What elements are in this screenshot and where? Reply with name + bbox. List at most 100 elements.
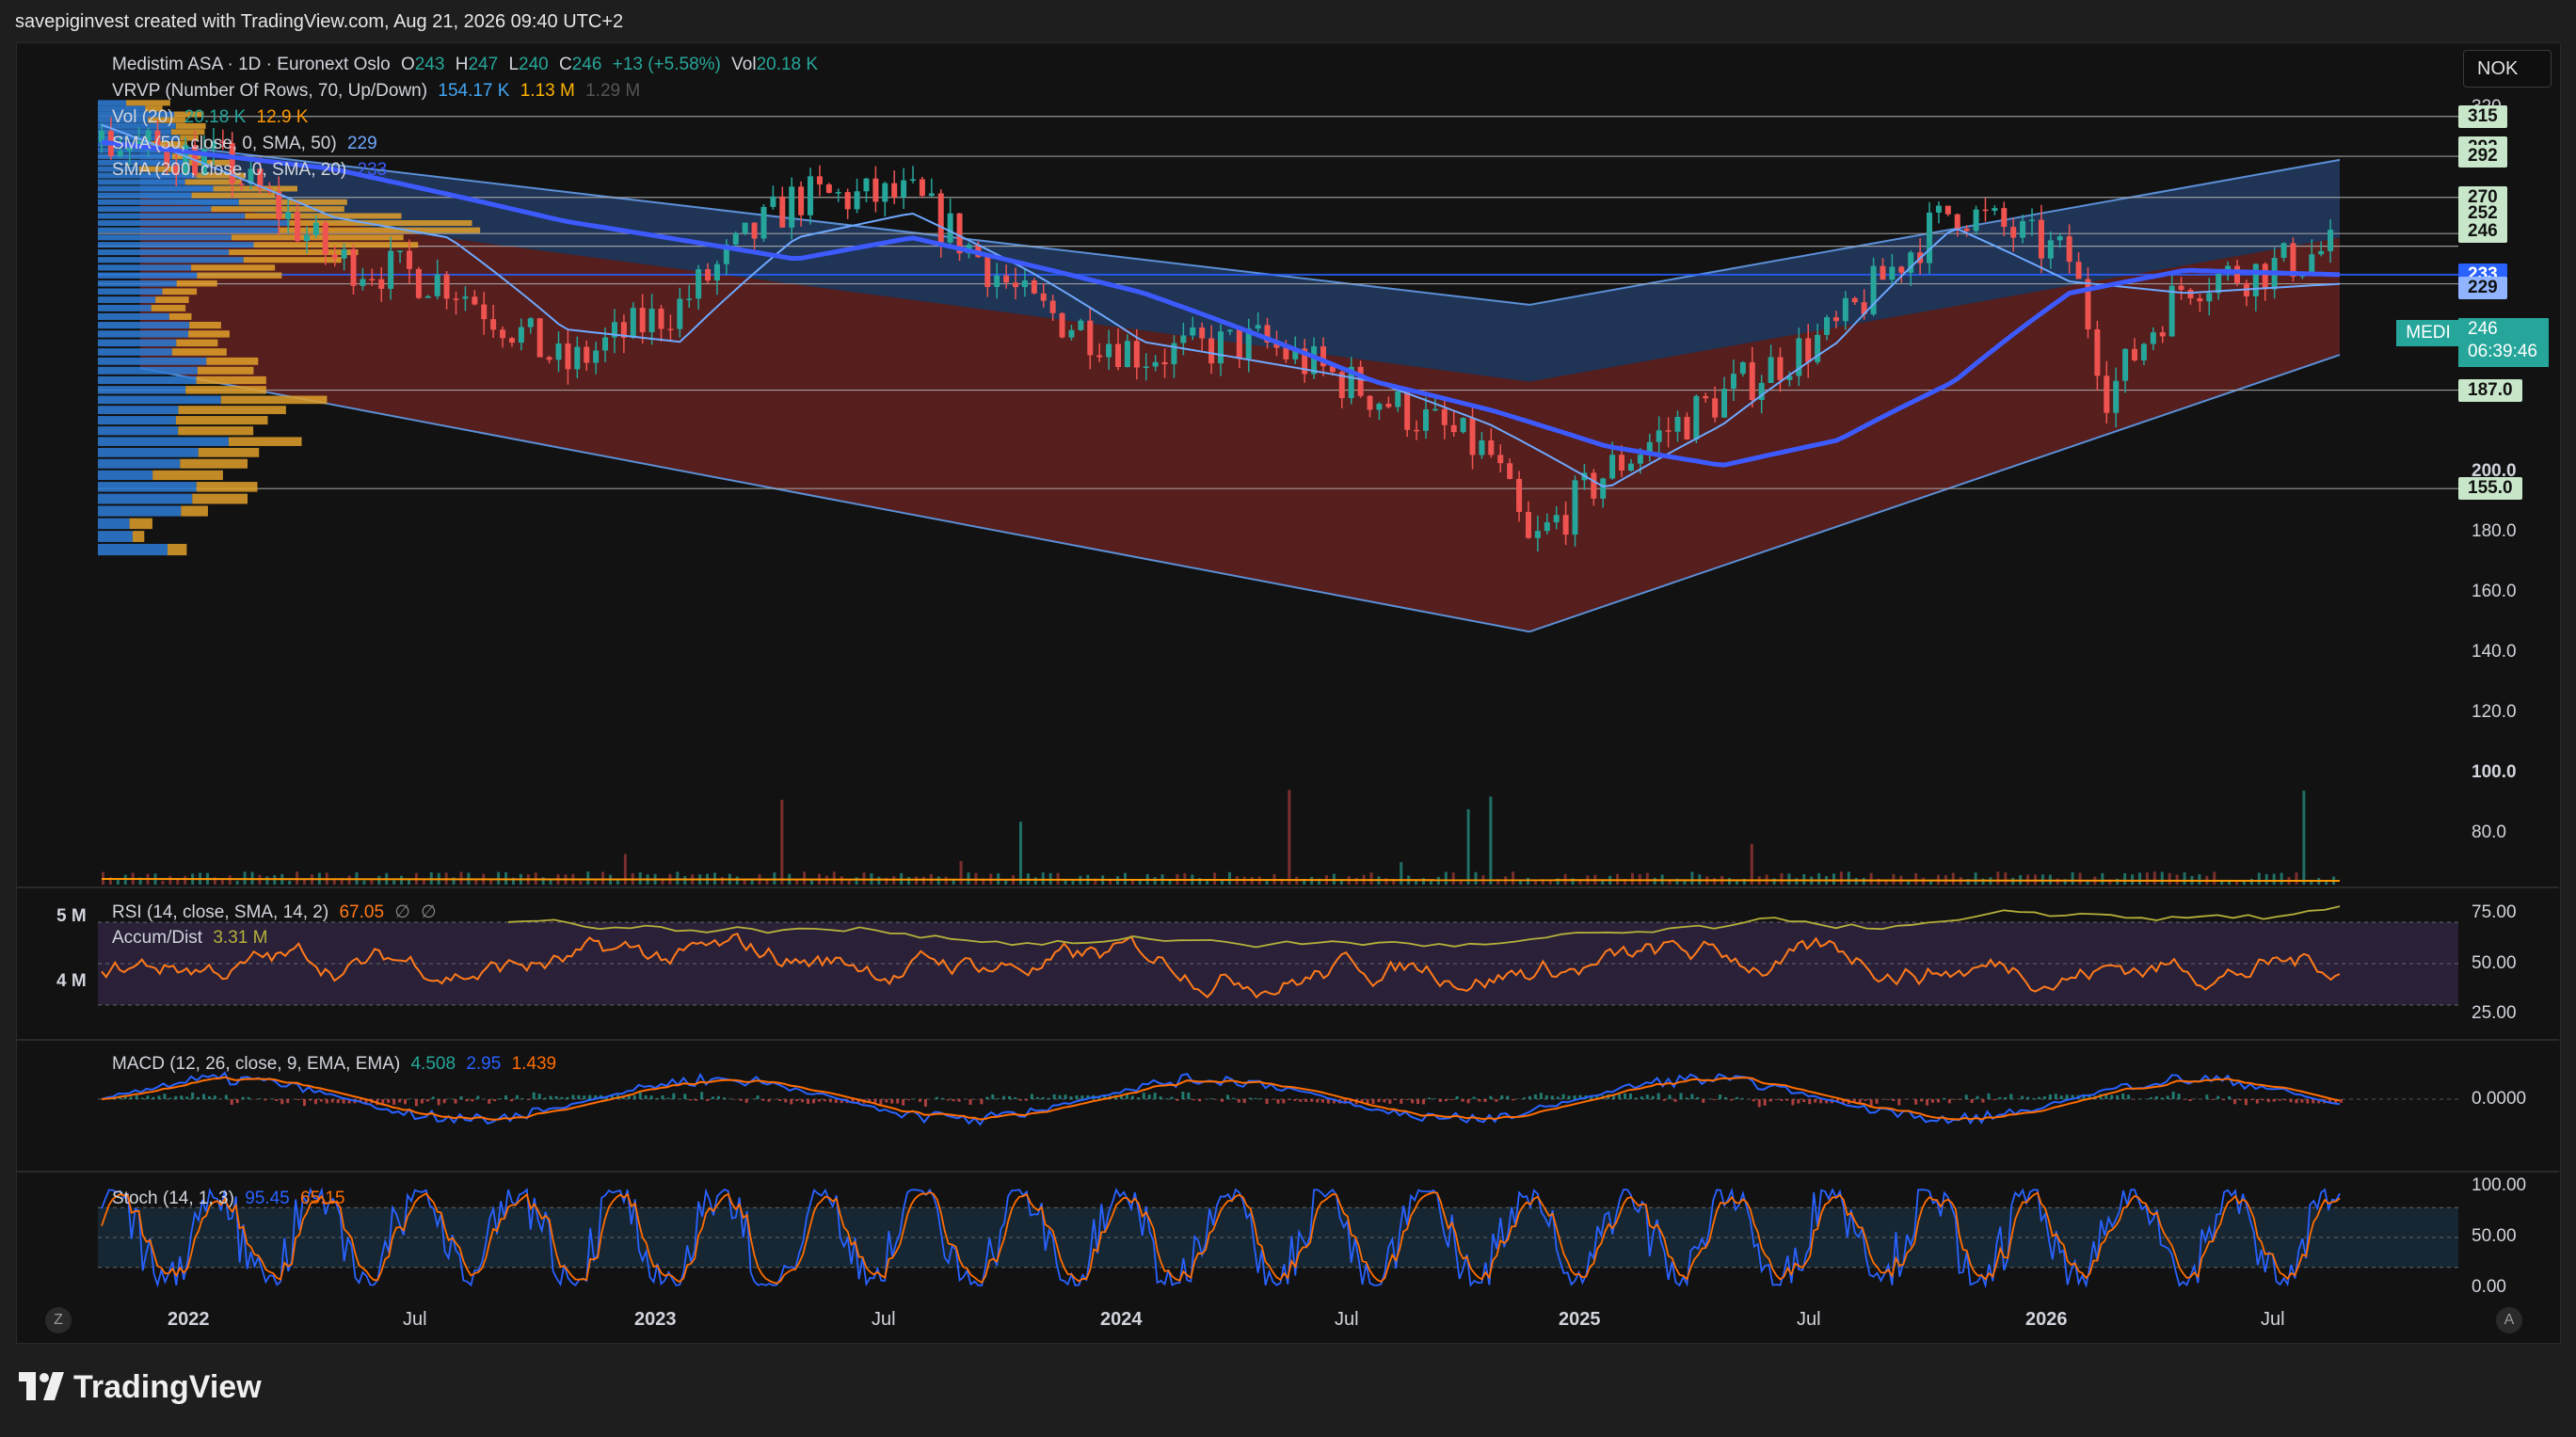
macd-histogram-bar xyxy=(700,1092,704,1099)
macd-histogram-bar xyxy=(1713,1099,1717,1101)
candle-body xyxy=(1721,389,1728,418)
macd-histogram-bar xyxy=(1052,1094,1056,1099)
volume-bar xyxy=(877,876,881,885)
macd-histogram-bar xyxy=(784,1099,788,1103)
vrvp-down-bar xyxy=(229,249,359,256)
candle-body xyxy=(1208,338,1215,364)
macd-histogram-bar xyxy=(2211,1099,2215,1100)
macd-histogram-bar xyxy=(1780,1099,1784,1101)
macd-histogram-bar xyxy=(1696,1096,1700,1099)
volume-bar xyxy=(944,876,948,885)
candle-body xyxy=(808,176,814,216)
volume-bar xyxy=(2183,871,2186,885)
candle-body xyxy=(844,192,851,210)
macd-histogram-bar xyxy=(442,1099,446,1104)
macd-histogram-bar xyxy=(2283,1099,2287,1101)
candle-body xyxy=(1469,418,1476,455)
macd-histogram-bar xyxy=(828,1099,832,1103)
tradingview-logo[interactable]: TradingView xyxy=(19,1369,262,1406)
auto-scale-button[interactable]: A xyxy=(2496,1307,2522,1333)
macd-histogram-bar xyxy=(1198,1099,1202,1102)
macd-histogram-bar xyxy=(991,1094,995,1099)
macd-histogram-bar xyxy=(1808,1099,1812,1105)
zoom-button[interactable]: Z xyxy=(45,1307,72,1333)
candle-body xyxy=(667,328,674,330)
macd-histogram-bar xyxy=(1679,1093,1683,1099)
macd-histogram-bar xyxy=(706,1099,710,1101)
candle-body xyxy=(1441,408,1448,425)
volume-bar xyxy=(855,877,858,885)
vrvp-down-bar xyxy=(132,531,145,542)
volume-bar xyxy=(579,880,583,885)
macd-histogram-bar xyxy=(1942,1097,1945,1099)
volume-bar xyxy=(2131,874,2135,885)
macd-histogram-bar xyxy=(1008,1095,1012,1099)
candle-body xyxy=(415,268,422,298)
macd-histogram-bar xyxy=(1449,1099,1453,1101)
candle-body xyxy=(1218,331,1224,364)
volume-bar xyxy=(1817,872,1821,885)
macd-histogram-bar xyxy=(537,1094,541,1099)
volume-bar xyxy=(1884,880,1888,885)
macd-histogram-bar xyxy=(1394,1099,1398,1100)
vrvp-up-bar xyxy=(98,482,197,492)
open-value: 243 xyxy=(414,55,445,74)
volume-bar xyxy=(2213,871,2216,885)
macd-histogram-bar xyxy=(1265,1099,1269,1104)
macd-histogram-bar xyxy=(1953,1099,1957,1100)
macd-histogram-bar xyxy=(1506,1095,1510,1099)
macd-histogram-bar xyxy=(235,1099,239,1104)
macd-histogram-bar xyxy=(2037,1096,2040,1099)
currency-button[interactable]: NOK xyxy=(2463,50,2552,88)
candle-body xyxy=(481,304,488,320)
symbol-title: Medistim ASA · 1D · Euronext Oslo xyxy=(112,55,391,74)
macd-histogram-bar xyxy=(879,1099,883,1106)
volume-bar xyxy=(265,876,269,885)
macd-histogram-bar xyxy=(1119,1095,1123,1099)
candle-body xyxy=(1739,361,1746,375)
macd-histogram-bar xyxy=(1763,1099,1767,1106)
macd-histogram-bar xyxy=(1914,1099,1918,1105)
macd-histogram-bar xyxy=(1819,1099,1823,1104)
stoch-label-100: 100.00 xyxy=(2472,1175,2527,1195)
candle-body xyxy=(1479,440,1485,455)
chart-canvas[interactable] xyxy=(0,0,2576,1437)
macd-histogram-bar xyxy=(549,1095,552,1099)
vrvp-up-bar xyxy=(98,458,181,469)
accum-legend: Accum/Dist 3.31 M xyxy=(112,928,273,949)
candle-body xyxy=(2140,343,2147,360)
macd-histogram-bar xyxy=(632,1094,636,1099)
vrvp-down-bar xyxy=(155,296,189,303)
volume-bar xyxy=(392,880,396,885)
rsi-label-75: 75.00 xyxy=(2472,902,2517,922)
vrvp-up-bar xyxy=(98,406,179,415)
macd-histogram-bar xyxy=(1472,1096,1476,1099)
rsi-name: RSI (14, close, SMA, 14, 2) xyxy=(112,902,329,922)
macd-histogram-bar xyxy=(1483,1099,1487,1103)
price-tag-2: 292 xyxy=(2458,145,2507,168)
volume-bar xyxy=(2295,872,2298,885)
volume-bar xyxy=(743,880,746,885)
macd-histogram-bar xyxy=(571,1094,575,1099)
macd-histogram-bar xyxy=(761,1099,765,1101)
macd-histogram-bar xyxy=(224,1094,228,1099)
macd-histogram-bar xyxy=(1523,1097,1527,1099)
candle-body xyxy=(2309,254,2315,272)
volume-bar xyxy=(1288,790,1291,885)
vrvp-down-bar xyxy=(152,470,223,481)
macd-histogram-bar xyxy=(1864,1099,1867,1101)
macd-histogram-bar xyxy=(1573,1094,1576,1099)
macd-histogram-bar xyxy=(325,1099,328,1104)
candle-body xyxy=(295,212,301,241)
macd-histogram-bar xyxy=(1512,1099,1515,1101)
candle-body xyxy=(1013,282,1019,288)
close-value: 246 xyxy=(571,55,602,74)
macd-histogram-bar xyxy=(493,1099,497,1102)
volume-bar xyxy=(1033,877,1037,885)
macd-histogram-bar xyxy=(1310,1099,1314,1102)
candle-body xyxy=(2001,208,2008,228)
y-label-160: 160.0 xyxy=(2472,582,2517,601)
macd-histogram-bar xyxy=(2295,1099,2298,1104)
macd-histogram-bar xyxy=(1069,1096,1073,1099)
volume-bar xyxy=(2034,874,2038,885)
